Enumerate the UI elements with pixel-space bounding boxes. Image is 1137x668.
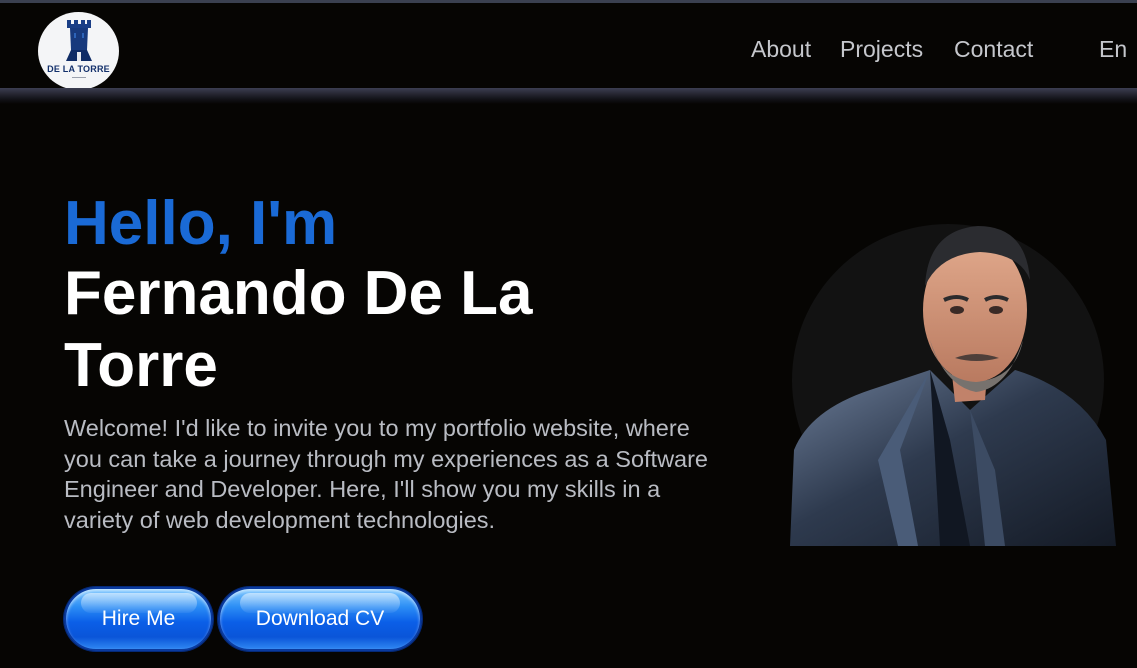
portrait-illustration (790, 226, 1116, 546)
nav-links: About Projects Contact En (0, 36, 1137, 66)
hero-greeting: Hello, I'm (64, 189, 338, 258)
logo-divider (71, 77, 86, 78)
profile-photo (780, 210, 1120, 550)
nav-projects-link[interactable]: Projects (840, 36, 923, 63)
hire-me-label: Hire Me (101, 607, 176, 630)
hire-me-button[interactable]: Hire Me (64, 587, 213, 651)
download-cv-label: Download CV (255, 607, 385, 630)
hero-description: Welcome! I'd like to invite you to my po… (64, 415, 709, 533)
navbar: DE LA TORRE About Projects Contact En (0, 3, 1137, 90)
nav-contact-link[interactable]: Contact (954, 36, 1033, 63)
navbar-shadow (0, 88, 1137, 104)
nav-about-link[interactable]: About (751, 36, 811, 63)
language-switch[interactable]: En (1099, 36, 1127, 63)
download-cv-button[interactable]: Download CV (218, 587, 422, 651)
hero-name: Fernando De La Torre (64, 259, 533, 400)
